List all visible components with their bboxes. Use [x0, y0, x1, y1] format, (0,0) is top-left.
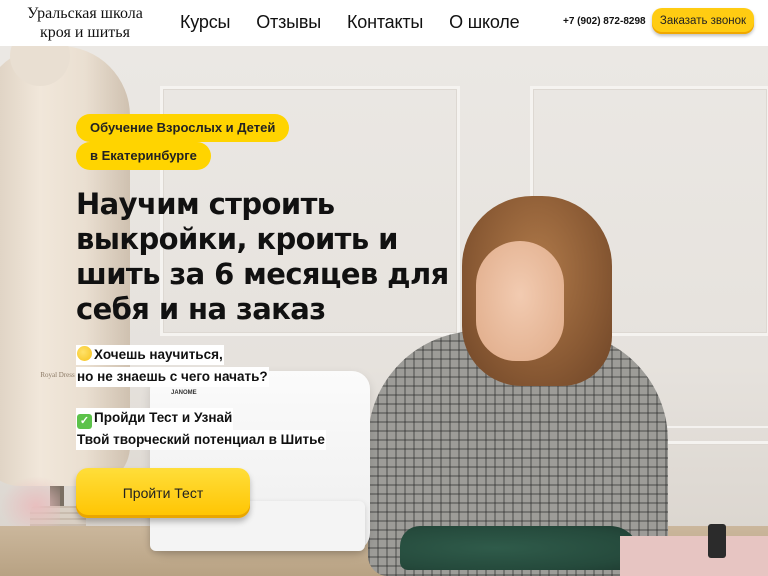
- nav-courses[interactable]: Курсы: [180, 10, 230, 34]
- order-call-button[interactable]: Заказать звонок: [652, 8, 754, 34]
- thinking-face-icon: [77, 346, 92, 361]
- mannequin-neck: [10, 46, 70, 86]
- nav-reviews[interactable]: Отзывы: [256, 10, 321, 34]
- check-mark-icon: ✓: [77, 414, 92, 429]
- pink-cloth: [620, 536, 768, 576]
- school-logo[interactable]: Уральская школа кроя и шитья: [10, 4, 160, 42]
- audience-tag: Обучение Взрослых и Детей: [76, 114, 290, 142]
- hero-headline: Научим строить выкройки, кроить и шить з…: [76, 187, 449, 326]
- thread-spool: [708, 524, 726, 558]
- question-line-1: Хочешь научиться,: [76, 345, 224, 365]
- test-line-2: Твой творческий потенциал в Шитье: [76, 430, 326, 450]
- site-header: Уральская школа кроя и шитья Курсы Отзыв…: [0, 0, 768, 46]
- main-nav: Курсы Отзывы Контакты О школе: [180, 10, 545, 34]
- feathers: [0, 476, 60, 526]
- machine-brand-label: JANOME: [171, 390, 197, 396]
- phone-number[interactable]: +7 (902) 872-8298: [563, 16, 646, 27]
- question-line-2: но не знаешь с чего начать?: [76, 367, 269, 387]
- test-line-1: ✓ Пройди Тест и Узнай: [76, 408, 234, 430]
- nav-about[interactable]: О школе: [449, 10, 519, 34]
- logo-line-1: Уральская школа: [27, 5, 143, 22]
- nav-contacts[interactable]: Контакты: [347, 10, 423, 34]
- city-tag: в Екатеринбурге: [76, 142, 211, 170]
- question-text-1: Хочешь научиться,: [94, 347, 223, 362]
- woman-face: [476, 241, 564, 361]
- take-test-button[interactable]: Пройти Тест: [76, 468, 250, 518]
- logo-line-2: кроя и шитья: [40, 24, 130, 41]
- test-text-1: Пройди Тест и Узнай: [94, 410, 233, 425]
- green-fabric: [400, 526, 640, 570]
